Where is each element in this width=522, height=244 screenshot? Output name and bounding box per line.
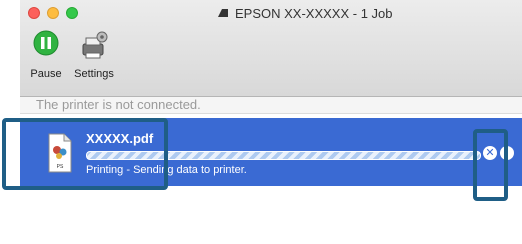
info-icon: i: [505, 147, 509, 159]
status-bar: The printer is not connected.: [20, 97, 522, 114]
cancel-job-button[interactable]: ✕: [483, 146, 497, 160]
cancel-icon: ✕: [485, 147, 495, 159]
pause-label: Pause: [30, 68, 62, 80]
close-window-button[interactable]: [28, 7, 40, 19]
window-title: EPSON XX-XXXXX - 1 Job: [235, 5, 393, 21]
job-info-button[interactable]: i: [500, 146, 514, 160]
file-badge: PS: [57, 164, 64, 170]
zoom-window-button[interactable]: [66, 7, 78, 19]
pause-icon: [33, 30, 59, 56]
job-name: XXXXX.pdf: [86, 131, 154, 146]
printer-icon: [218, 9, 228, 17]
print-queue-window: EPSON XX-XXXXX - 1 Job Pause Settings Th…: [20, 0, 522, 244]
title-bar: EPSON XX-XXXXX - 1 Job Pause Settings: [20, 0, 522, 97]
job-list-empty-area: [20, 187, 522, 244]
pdf-file-icon: PS: [48, 133, 72, 173]
job-progress-bar: [86, 151, 481, 160]
minimize-window-button[interactable]: [47, 7, 59, 19]
status-message: The printer is not connected.: [36, 97, 201, 112]
settings-button[interactable]: Settings: [64, 28, 124, 86]
settings-label: Settings: [74, 68, 114, 80]
job-status: Printing - Sending data to printer.: [86, 164, 247, 176]
window-title-group: EPSON XX-XXXXX - 1 Job: [216, 4, 393, 22]
pause-button[interactable]: Pause: [22, 28, 70, 86]
gear-printer-icon: [82, 31, 108, 59]
